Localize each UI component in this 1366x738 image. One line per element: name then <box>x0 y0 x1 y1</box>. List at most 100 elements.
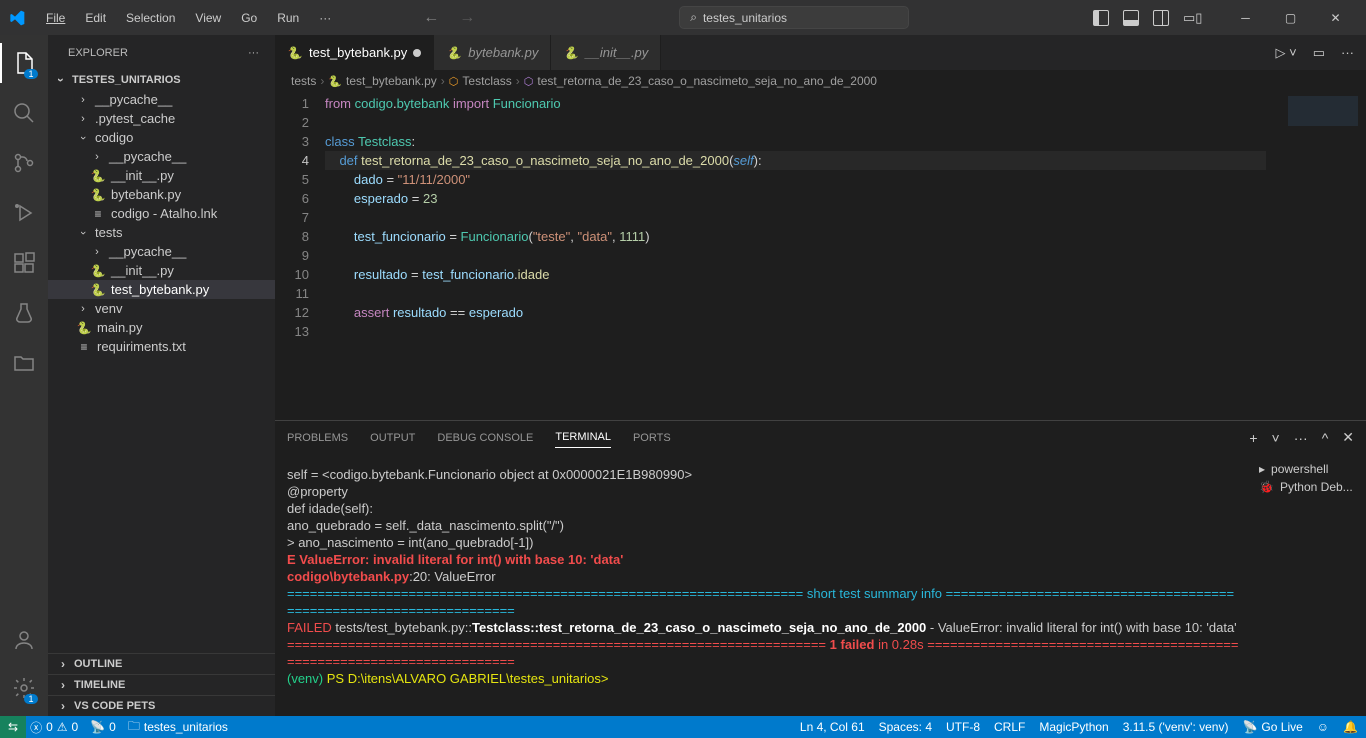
panel-maximize-icon[interactable]: ^ <box>1322 430 1329 446</box>
tree-codigo-init[interactable]: 🐍__init__.py <box>48 166 275 185</box>
status-encoding[interactable]: UTF-8 <box>946 720 980 734</box>
python-icon: 🐍 <box>563 46 579 60</box>
activity-scm-icon[interactable] <box>0 143 48 183</box>
sidebar-project[interactable]: › TESTES_UNITARIOS <box>48 70 275 90</box>
tree-tests-file[interactable]: 🐍test_bytebank.py <box>48 280 275 299</box>
menu-edit[interactable]: Edit <box>77 7 114 29</box>
nav-forward-icon[interactable]: → <box>459 9 475 27</box>
status-ports[interactable]: 📡0 <box>90 720 116 734</box>
run-icon[interactable]: ▷ ˅ <box>1276 45 1297 61</box>
activity-testing-icon[interactable] <box>0 293 48 333</box>
sidebar-pets[interactable]: ›VS CODE PETS <box>48 695 275 716</box>
activity-explorer-icon[interactable]: 1 <box>0 43 48 83</box>
tree-codigo-pycache[interactable]: ›__pycache__ <box>48 147 275 166</box>
activity-folder-icon[interactable] <box>0 343 48 383</box>
layout-custom-icon[interactable]: ▭▯ <box>1183 10 1199 26</box>
breadcrumbs[interactable]: tests › 🐍 test_bytebank.py › ⬡ Testclass… <box>275 70 1366 92</box>
panel-close-icon[interactable]: ✕ <box>1342 429 1354 446</box>
activity-extensions-icon[interactable] <box>0 243 48 283</box>
panel-tab-debug[interactable]: DEBUG CONSOLE <box>437 428 533 448</box>
tab-bar: 🐍 test_bytebank.py 🐍 bytebank.py 🐍 __ini… <box>275 35 1366 70</box>
sidebar-more-icon[interactable]: ··· <box>248 47 259 59</box>
dirty-indicator-icon <box>413 49 421 57</box>
search-text: testes_unitarios <box>703 11 787 25</box>
status-feedback-icon[interactable]: ☺ <box>1317 720 1329 734</box>
terminal-new-icon[interactable]: + <box>1249 430 1257 446</box>
terminal-item-powershell[interactable]: ▸powershell <box>1259 460 1358 478</box>
settings-badge: 1 <box>24 694 38 704</box>
sidebar: EXPLORER ··· › TESTES_UNITARIOS ›__pycac… <box>48 35 275 716</box>
tree-pycache[interactable]: ›__pycache__ <box>48 90 275 109</box>
status-bell-icon[interactable]: 🔔 <box>1343 720 1358 734</box>
nav-back-icon[interactable]: ← <box>423 9 439 27</box>
terminal-output[interactable]: self = <codigo.bytebank.Funcionario obje… <box>275 454 1251 716</box>
layout-left-icon[interactable] <box>1093 10 1109 26</box>
warning-icon: ⚠ <box>57 720 68 734</box>
menu-file[interactable]: File <box>38 7 73 29</box>
menu-view[interactable]: View <box>187 7 229 29</box>
python-icon: 🐍 <box>287 46 303 60</box>
panel-tab-terminal[interactable]: TERMINAL <box>555 427 611 448</box>
tree-tests-init[interactable]: 🐍__init__.py <box>48 261 275 280</box>
tab-init[interactable]: 🐍 __init__.py <box>551 35 661 70</box>
status-golive[interactable]: 📡Go Live <box>1242 720 1302 734</box>
panel-tab-output[interactable]: OUTPUT <box>370 428 415 448</box>
bug-icon: 🐞 <box>1259 480 1274 494</box>
tree-venv[interactable]: ›venv <box>48 299 275 318</box>
search-icon: ⌕ <box>690 10 697 25</box>
minimize-button[interactable]: ─ <box>1223 0 1268 35</box>
code-content[interactable]: from codigo.bytebank import Funcionario … <box>325 92 1266 420</box>
sidebar-title: EXPLORER <box>68 47 128 59</box>
panel-more-icon[interactable]: ··· <box>1294 430 1308 446</box>
activity-settings-icon[interactable]: 1 <box>0 668 48 708</box>
activity-debug-icon[interactable] <box>0 193 48 233</box>
menu-run[interactable]: Run <box>269 7 307 29</box>
activity-search-icon[interactable] <box>0 93 48 133</box>
title-bar: File Edit Selection View Go Run ··· ← → … <box>0 0 1366 35</box>
split-editor-icon[interactable]: ▭ <box>1313 45 1325 61</box>
menu-selection[interactable]: Selection <box>118 7 183 29</box>
tree-pytest-cache[interactable]: ›.pytest_cache <box>48 109 275 128</box>
menu-more[interactable]: ··· <box>311 7 339 29</box>
tree-requirements[interactable]: ≡requiriments.txt <box>48 337 275 356</box>
status-spaces[interactable]: Spaces: 4 <box>879 720 932 734</box>
activity-bar: 1 1 <box>0 35 48 716</box>
tab-test-bytebank[interactable]: 🐍 test_bytebank.py <box>275 35 434 70</box>
status-cursor[interactable]: Ln 4, Col 61 <box>800 720 865 734</box>
status-language[interactable]: MagicPython <box>1039 720 1108 734</box>
python-icon: 🐍 <box>446 46 462 60</box>
status-problems[interactable]: ⓧ0 ⚠0 <box>30 719 78 736</box>
layout-bottom-icon[interactable] <box>1123 10 1139 26</box>
explorer-badge: 1 <box>24 69 38 79</box>
sidebar-timeline[interactable]: ›TIMELINE <box>48 674 275 695</box>
broadcast-icon: 📡 <box>1242 720 1257 734</box>
tree-codigo[interactable]: ›codigo <box>48 128 275 147</box>
code-editor[interactable]: 1 2 3 4 5 6 7 8 9 10 11 12 13 from codig… <box>275 92 1366 420</box>
status-python[interactable]: 3.11.5 ('venv': venv) <box>1123 720 1229 734</box>
tab-bytebank[interactable]: 🐍 bytebank.py <box>434 35 551 70</box>
panel-tab-ports[interactable]: PORTS <box>633 428 671 448</box>
editor-more-icon[interactable]: ··· <box>1341 45 1354 60</box>
tree-tests-pycache[interactable]: ›__pycache__ <box>48 242 275 261</box>
remote-button[interactable]: ⇆ <box>0 716 26 738</box>
tree-codigo-atalho[interactable]: ≡codigo - Atalho.lnk <box>48 204 275 223</box>
menu-go[interactable]: Go <box>233 7 265 29</box>
layout-right-icon[interactable] <box>1153 10 1169 26</box>
terminal-dropdown-icon[interactable]: ˅ <box>1272 430 1280 446</box>
activity-account-icon[interactable] <box>0 620 48 660</box>
close-button[interactable]: ✕ <box>1313 0 1358 35</box>
tree-tests[interactable]: ›tests <box>48 223 275 242</box>
terminal-icon: ▸ <box>1259 462 1265 476</box>
status-eol[interactable]: CRLF <box>994 720 1025 734</box>
maximize-button[interactable]: ▢ <box>1268 0 1313 35</box>
minimap[interactable] <box>1266 92 1366 420</box>
tree-codigo-bytebank[interactable]: 🐍bytebank.py <box>48 185 275 204</box>
status-folder[interactable]: 🗀testes_unitarios <box>128 717 228 738</box>
sidebar-outline[interactable]: ›OUTLINE <box>48 653 275 674</box>
command-center[interactable]: ⌕ testes_unitarios <box>679 6 909 29</box>
panel-tab-problems[interactable]: PROBLEMS <box>287 428 348 448</box>
terminal-item-python-deb[interactable]: 🐞Python Deb... <box>1259 478 1358 496</box>
error-icon: ⓧ <box>30 719 42 736</box>
tree-main[interactable]: 🐍main.py <box>48 318 275 337</box>
radio-icon: 📡 <box>90 720 105 734</box>
